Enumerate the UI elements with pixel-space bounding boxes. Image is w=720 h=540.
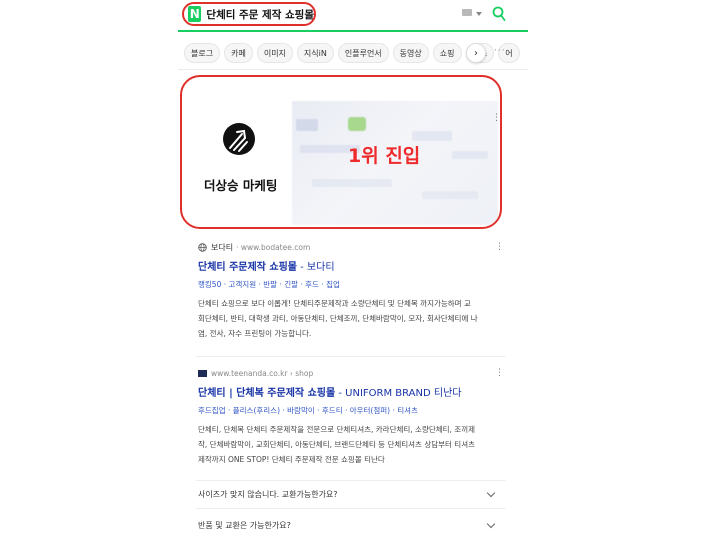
search-query[interactable]: 단체티 주문 제작 쇼핑몰 bbox=[206, 7, 314, 22]
ad-banner[interactable]: 더상승 마케팅 1위 진입 ⋮ bbox=[180, 75, 502, 229]
search-box[interactable]: N 단체티 주문 제작 쇼핑몰 bbox=[182, 2, 316, 26]
search-header: N 단체티 주문 제작 쇼핑몰 bbox=[178, 0, 528, 32]
result-snippet: 단체티 쇼핑으로 보다 이롭게! 단체티주문제작과 소량단체티 및 단체복 까지… bbox=[198, 299, 478, 338]
site-url[interactable]: www.teenanda.co.kr › shop bbox=[211, 369, 313, 378]
tab-blog[interactable]: 블로그 bbox=[184, 43, 221, 63]
result-title-link[interactable]: 단체티 주문제작 쇼핑몰 - 보다티 bbox=[198, 258, 506, 273]
tab-image[interactable]: 이미지 bbox=[256, 43, 293, 63]
tabs-next-button[interactable]: › bbox=[466, 43, 486, 63]
globe-icon bbox=[198, 242, 207, 252]
result-title-link[interactable]: 단체티 | 단체복 주문제작 쇼핑몰 - UNIFORM BRAND 티난다 bbox=[198, 384, 506, 399]
arrow-up-logo-icon bbox=[223, 123, 255, 155]
chevron-down-icon[interactable] bbox=[486, 488, 496, 497]
brand-name: 더상승 마케팅 bbox=[204, 178, 278, 193]
tab-kin[interactable]: 지식iN bbox=[296, 43, 334, 63]
site-info: 보다티 · www.bodatee.com bbox=[198, 240, 506, 254]
tab-video[interactable]: 동영상 bbox=[392, 43, 429, 63]
tab-influencer[interactable]: 인플루언서 bbox=[337, 43, 389, 63]
faq-question: 반품 및 교환은 가능한가요? bbox=[198, 520, 291, 530]
search-icon[interactable] bbox=[492, 6, 506, 22]
rank-overlay-text: 1위 진입 bbox=[348, 145, 421, 167]
caret-down-icon[interactable] bbox=[476, 12, 482, 16]
chevron-down-icon[interactable] bbox=[486, 519, 496, 528]
faq-question: 사이즈가 맞지 않습니다. 교환가능한가요? bbox=[198, 489, 338, 499]
divider bbox=[178, 69, 528, 70]
search-results-page: N 단체티 주문 제작 쇼핑몰 블로그 카페 이미지 지식iN 인플루언서 동영… bbox=[178, 0, 528, 540]
divider bbox=[196, 508, 506, 509]
faq-item[interactable]: 사이즈가 맞지 않습니다. 교환가능한가요? bbox=[198, 483, 498, 505]
result-sublinks[interactable]: 랭킹50 · 고객지원 · 반팔 · 긴팔 · 후드 · 집업 bbox=[198, 279, 506, 290]
tab-shopping[interactable]: 쇼핑 bbox=[432, 43, 462, 63]
site-favicon-icon bbox=[198, 369, 207, 377]
more-icon[interactable]: ··· bbox=[494, 46, 506, 56]
site-info: www.teenanda.co.kr › shop bbox=[198, 366, 506, 380]
faq-item[interactable]: 반품 및 교환은 가능한가요? bbox=[198, 514, 498, 536]
keyboard-icon[interactable] bbox=[462, 9, 472, 16]
more-options-icon[interactable]: ⋮ bbox=[492, 113, 500, 123]
search-result: www.teenanda.co.kr › shop ⋮ 단체티 | 단체복 주문… bbox=[198, 366, 506, 467]
more-options-icon[interactable]: ⋮ bbox=[495, 242, 504, 252]
result-snippet: 단체티, 단체복 단체티 주문제작을 전문으로 단체티셔츠, 카라단체티, 소량… bbox=[198, 425, 476, 464]
search-result: 보다티 · www.bodatee.com ⋮ 단체티 주문제작 쇼핑몰 - 보… bbox=[198, 240, 506, 341]
divider bbox=[196, 356, 506, 357]
tab-cafe[interactable]: 카페 bbox=[224, 43, 253, 63]
naver-logo[interactable]: N bbox=[188, 6, 202, 22]
more-options-icon[interactable]: ⋮ bbox=[495, 368, 504, 378]
divider bbox=[196, 480, 506, 481]
site-name[interactable]: 보다티 bbox=[211, 242, 233, 253]
site-url[interactable]: · www.bodatee.com bbox=[236, 243, 310, 252]
result-sublinks[interactable]: 후드집업 · 플리스(후리스) · 바람막이 · 후드티 · 아우터(점퍼) ·… bbox=[198, 405, 506, 416]
